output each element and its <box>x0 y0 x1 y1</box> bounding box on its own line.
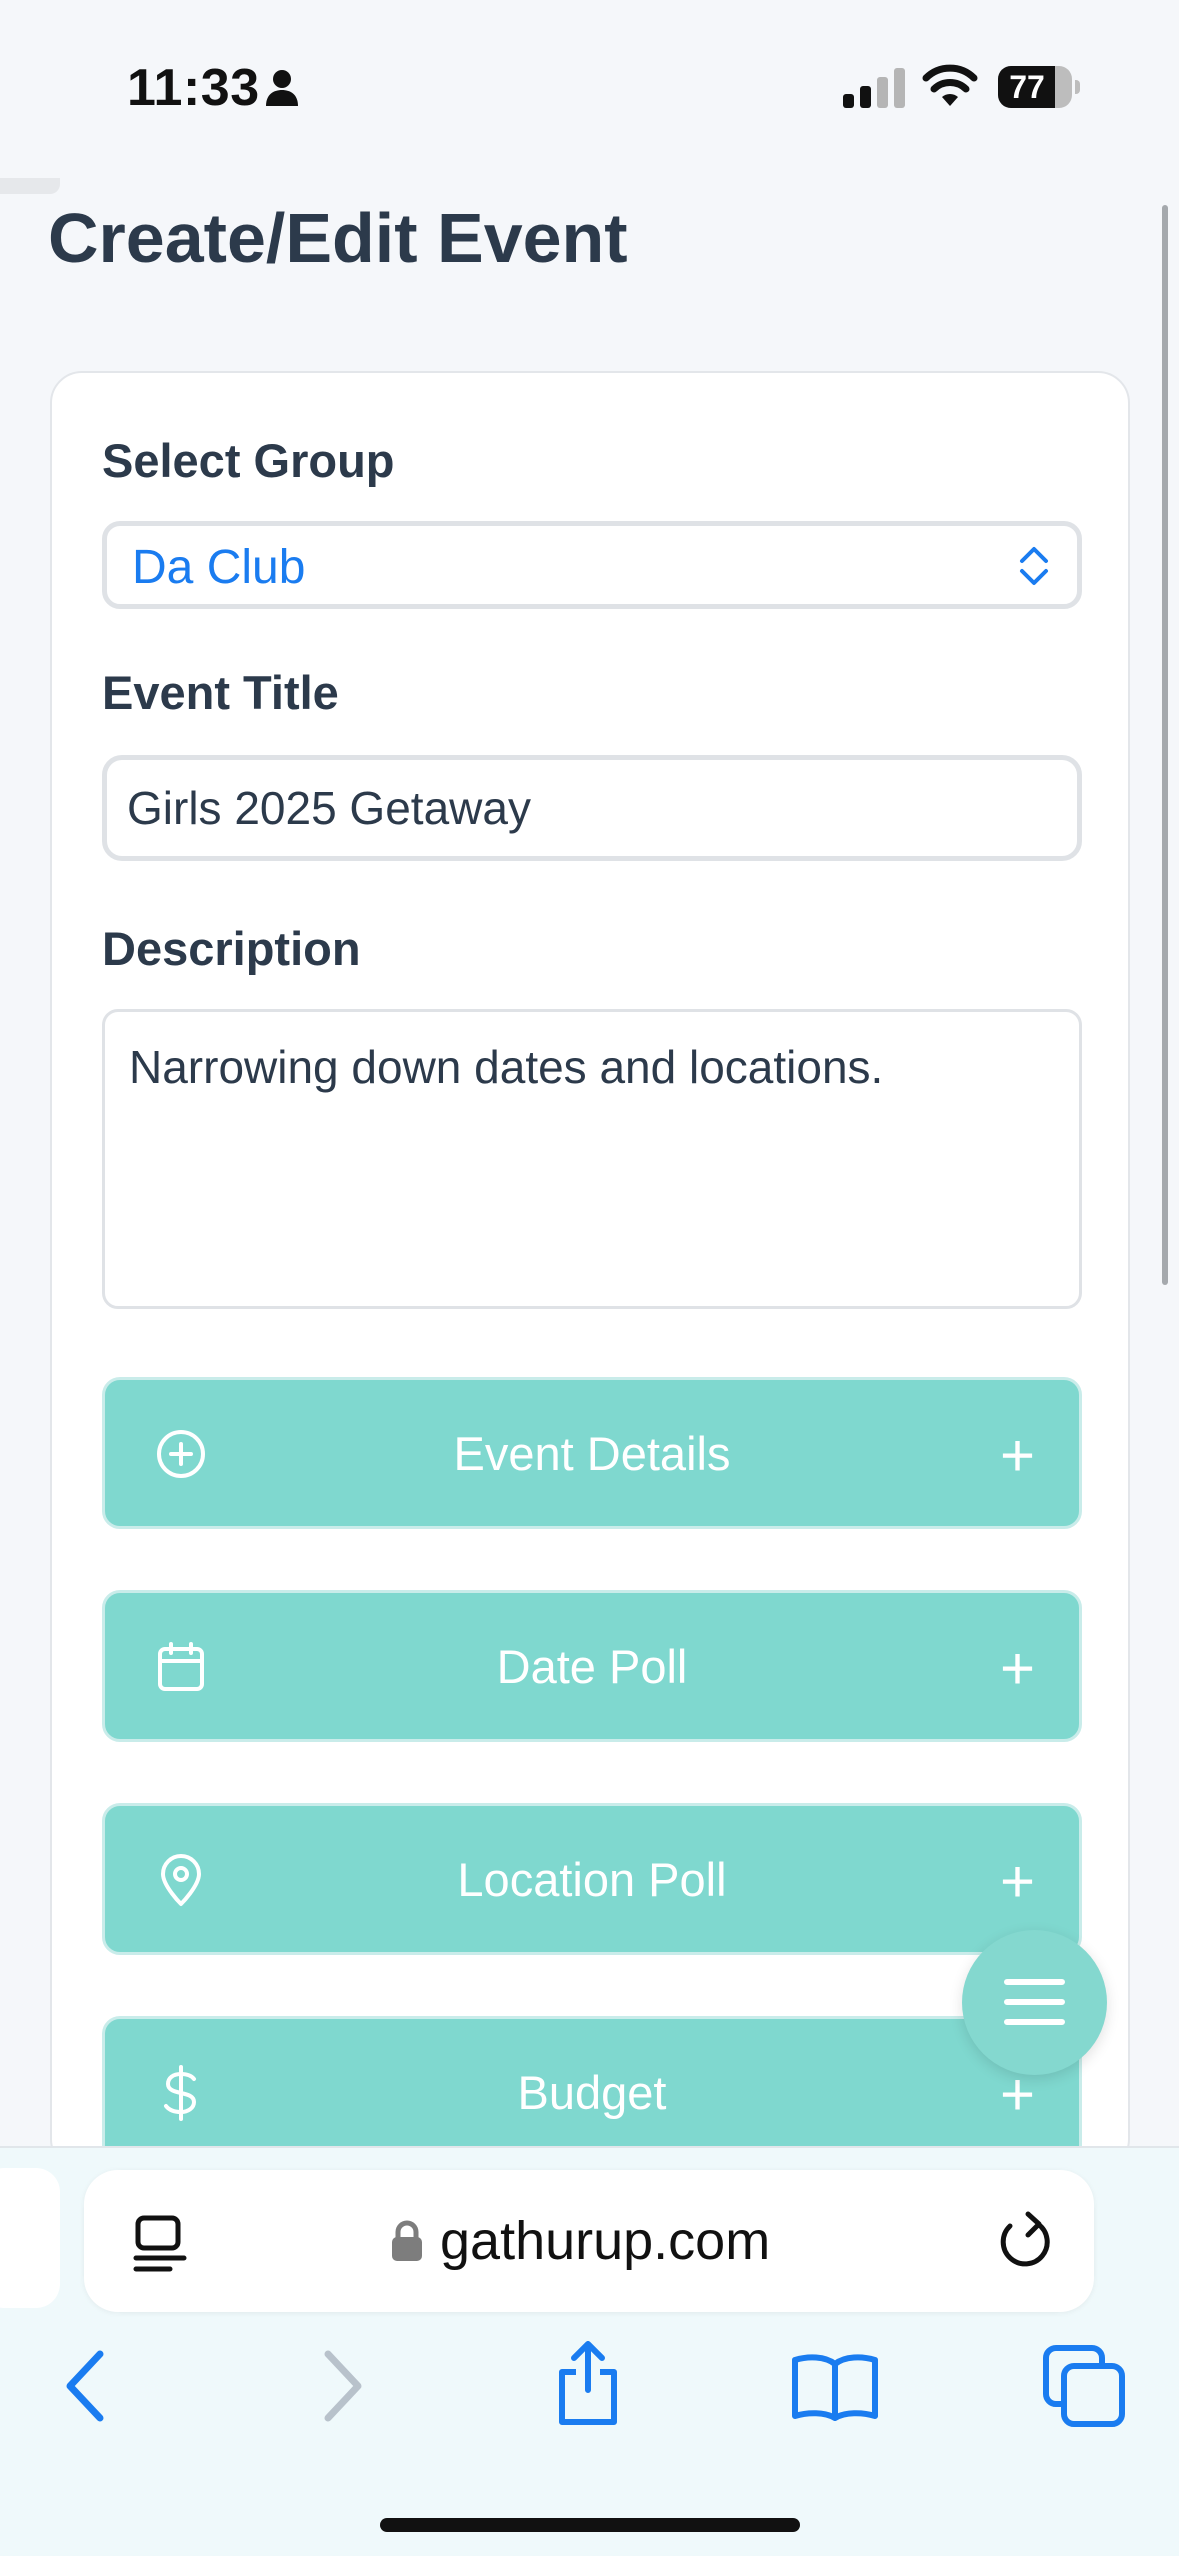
wifi-icon <box>922 64 978 106</box>
description-textarea[interactable]: Narrowing down dates and locations. <box>102 1009 1082 1309</box>
description-label: Description <box>102 922 361 975</box>
person-icon <box>266 70 298 106</box>
group-select-value: Da Club <box>132 541 306 594</box>
status-bar: 11:33 77 <box>0 0 1179 175</box>
status-time: 11:33 <box>127 59 260 117</box>
bookmarks-icon[interactable] <box>790 2352 880 2422</box>
page-menu-icon[interactable] <box>130 2214 190 2274</box>
hamburger-menu-icon <box>1004 1979 1065 2025</box>
event-form-card: Select Group Da Club Event Title Girls 2… <box>50 371 1130 2171</box>
lock-icon <box>392 2220 422 2261</box>
section-label: Event Details <box>453 1427 731 1480</box>
chevron-up-down-icon <box>1020 547 1048 585</box>
date-poll-button[interactable]: Date Poll + <box>102 1590 1082 1742</box>
cellular-signal-icon <box>843 68 905 108</box>
forward-arrow-icon[interactable] <box>318 2346 368 2426</box>
share-icon[interactable] <box>554 2338 622 2428</box>
select-group-label: Select Group <box>102 434 395 487</box>
expand-plus-icon: + <box>999 1422 1035 1489</box>
home-indicator[interactable] <box>380 2518 800 2532</box>
expand-plus-icon: + <box>999 1635 1035 1702</box>
battery-percent: 77 <box>1009 69 1045 105</box>
tabs-icon[interactable] <box>1042 2344 1126 2428</box>
expand-plus-icon: + <box>999 1848 1035 1915</box>
top-tab-stub <box>0 178 60 194</box>
section-label: Location Poll <box>457 1853 727 1906</box>
event-details-button[interactable]: Event Details + <box>102 1377 1082 1529</box>
page-scrollbar[interactable] <box>1162 205 1168 1285</box>
previous-tab-peek[interactable] <box>0 2168 60 2308</box>
group-select[interactable]: Da Club <box>102 521 1082 609</box>
location-poll-button[interactable]: Location Poll + <box>102 1803 1082 1955</box>
event-title-input[interactable]: Girls 2025 Getaway <box>102 755 1082 861</box>
section-label: Date Poll <box>496 1640 688 1693</box>
address-bar[interactable]: gathurup.com <box>84 2170 1094 2312</box>
page-title: Create/Edit Event <box>48 199 628 277</box>
back-arrow-icon[interactable] <box>60 2346 110 2426</box>
menu-fab-button[interactable] <box>962 1930 1107 2075</box>
section-label: Budget <box>517 2066 667 2119</box>
url-text: gathurup.com <box>440 2211 771 2271</box>
reload-icon[interactable] <box>994 2208 1054 2272</box>
battery-indicator: 77 <box>998 66 1080 108</box>
event-title-label: Event Title <box>102 666 339 719</box>
